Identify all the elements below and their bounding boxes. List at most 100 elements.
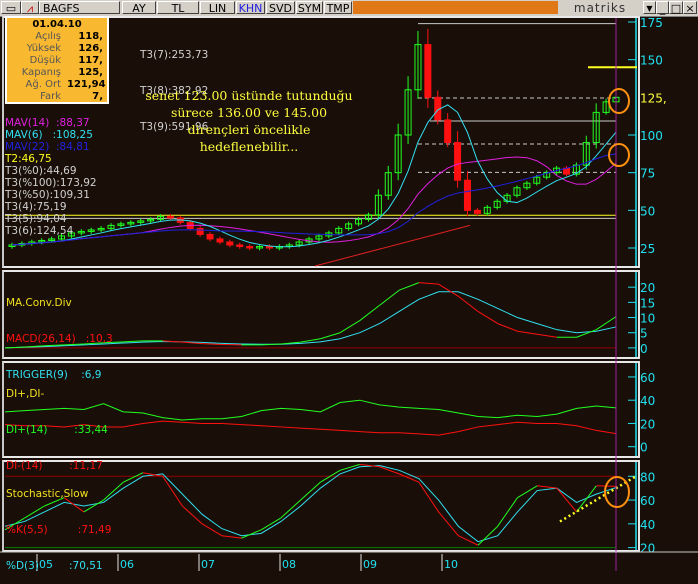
info-value: 117, (67, 55, 103, 67)
mav22-line (12, 154, 616, 245)
y-tick-label: 20 (640, 281, 655, 295)
info-row: Ağ. Ort121,94 (7, 79, 107, 91)
info-label: Kapanış (11, 67, 67, 79)
series-segment (379, 290, 399, 305)
y-tick-label: 10 (640, 312, 655, 326)
info-row: Açılış118, (7, 31, 107, 43)
x-tick-label: 09 (363, 558, 377, 571)
mav14-line (12, 157, 616, 245)
y-tick-label: 100 (640, 129, 663, 143)
y-tick-label: 20 (640, 417, 655, 431)
y-tick-label: 175 (640, 16, 663, 30)
series-segment (478, 311, 498, 323)
main-legend-item: T3(%100):173,92 (5, 177, 97, 189)
series-segment (202, 524, 222, 536)
trend-line (315, 225, 470, 266)
d-value: 70,51 (73, 560, 103, 572)
stochastic-legend: Stochastic,Slow %K(5,5) :71,49 %D(3) :70… (6, 464, 111, 584)
series-segment (222, 536, 242, 538)
main-legend-item: MAV(6) :108,25 (5, 129, 97, 141)
x-tick-label: 10 (444, 558, 458, 571)
x-tick-label: 06 (120, 558, 134, 571)
macd-value: 10,3 (89, 333, 112, 345)
macd-label: MACD(26,14) (6, 333, 76, 345)
info-label: Düşük (11, 55, 67, 67)
series-segment (458, 536, 478, 546)
main-legend-item: T3(%0):44,69 (5, 165, 97, 177)
y-tick-label: 40 (640, 394, 655, 408)
y-tick-label: 80 (640, 470, 655, 484)
main-legend-item: T2:46,75 (5, 153, 97, 165)
info-value: 126, (67, 43, 103, 55)
candle-body (167, 216, 173, 218)
y-tick-label: 0 (640, 441, 648, 455)
candle-body (445, 120, 451, 143)
candle-body (237, 245, 243, 247)
info-row: Fark7, (7, 91, 107, 103)
main-legend-item: MAV(14) :88,37 (5, 117, 97, 129)
series-segment (577, 486, 597, 512)
series-segment (399, 283, 419, 291)
macd-title: MA.Conv.Div (6, 297, 113, 309)
series-segment (537, 486, 557, 488)
d-label: %D(3) (6, 560, 39, 572)
info-row: Yüksek126, (7, 43, 107, 55)
candle-body (464, 180, 470, 210)
main-legend-item: T3(%50):109,31 (5, 189, 97, 201)
candle-body (455, 143, 461, 181)
series-segment (537, 334, 557, 337)
main-legend-item: T3(4):75,19 (5, 201, 97, 213)
y-tick-label: 75 (640, 167, 655, 181)
info-value: 118, (67, 31, 103, 43)
info-value: 7, (67, 91, 103, 103)
series-segment (360, 305, 380, 320)
info-label: Fark (11, 91, 67, 103)
series-segment (439, 512, 459, 536)
y-tick-label: 20 (640, 542, 655, 556)
x-tick-label: 07 (201, 558, 215, 571)
di-plus-value: 33,44 (78, 424, 108, 436)
k-label: %K(5,5) (6, 524, 48, 536)
series-segment (517, 331, 537, 334)
info-row: Kapanış125, (7, 67, 107, 79)
y-tick-label: 60 (640, 371, 655, 385)
candle-body (197, 228, 203, 234)
x-tick-label: 08 (282, 558, 296, 571)
info-row: Düşük117, (7, 55, 107, 67)
info-label: Ağ. Ort (11, 79, 67, 91)
info-date: 01.04.10 (7, 18, 107, 31)
info-value: 121,94 (67, 79, 103, 91)
y-tick-label: 0 (640, 342, 648, 356)
y-tick-label: 150 (640, 54, 663, 68)
k-value: 71,49 (81, 524, 111, 536)
info-value: 125, (67, 67, 103, 79)
di-title: DI+,DI- (6, 388, 108, 400)
series-segment (202, 344, 222, 345)
candle-body (217, 239, 223, 242)
series-segment (281, 500, 301, 518)
series-segment (498, 324, 518, 332)
analysis-annotation: senet 123.00 üstünde tutunduğu sürece 13… (140, 87, 358, 155)
candle-body (227, 242, 233, 245)
series-segment (498, 498, 518, 527)
info-label: Açılış (11, 31, 67, 43)
candle-body (266, 246, 272, 248)
y-tick-label: 15 (640, 296, 655, 310)
di-plus-label: DI+(14) (6, 424, 48, 436)
series-segment (577, 330, 597, 338)
main-legend-item: T3(5):94,04 (5, 213, 97, 225)
y-tick-label: 50 (640, 204, 655, 218)
current-price-label: 125, (640, 91, 667, 105)
y-tick-label: 5 (640, 327, 648, 341)
series-segment (517, 486, 537, 498)
candle-body (425, 45, 431, 98)
info-label: Yüksek (11, 43, 67, 55)
series-segment (340, 321, 360, 333)
stochastic-title: Stochastic,Slow (6, 488, 111, 500)
y-tick-label: 40 (640, 518, 655, 532)
candle-body (474, 210, 480, 213)
main-legend-item: T3(6):124,54 (5, 225, 97, 237)
series-segment (123, 341, 143, 342)
candle-body (207, 234, 213, 239)
series-segment (419, 283, 439, 285)
